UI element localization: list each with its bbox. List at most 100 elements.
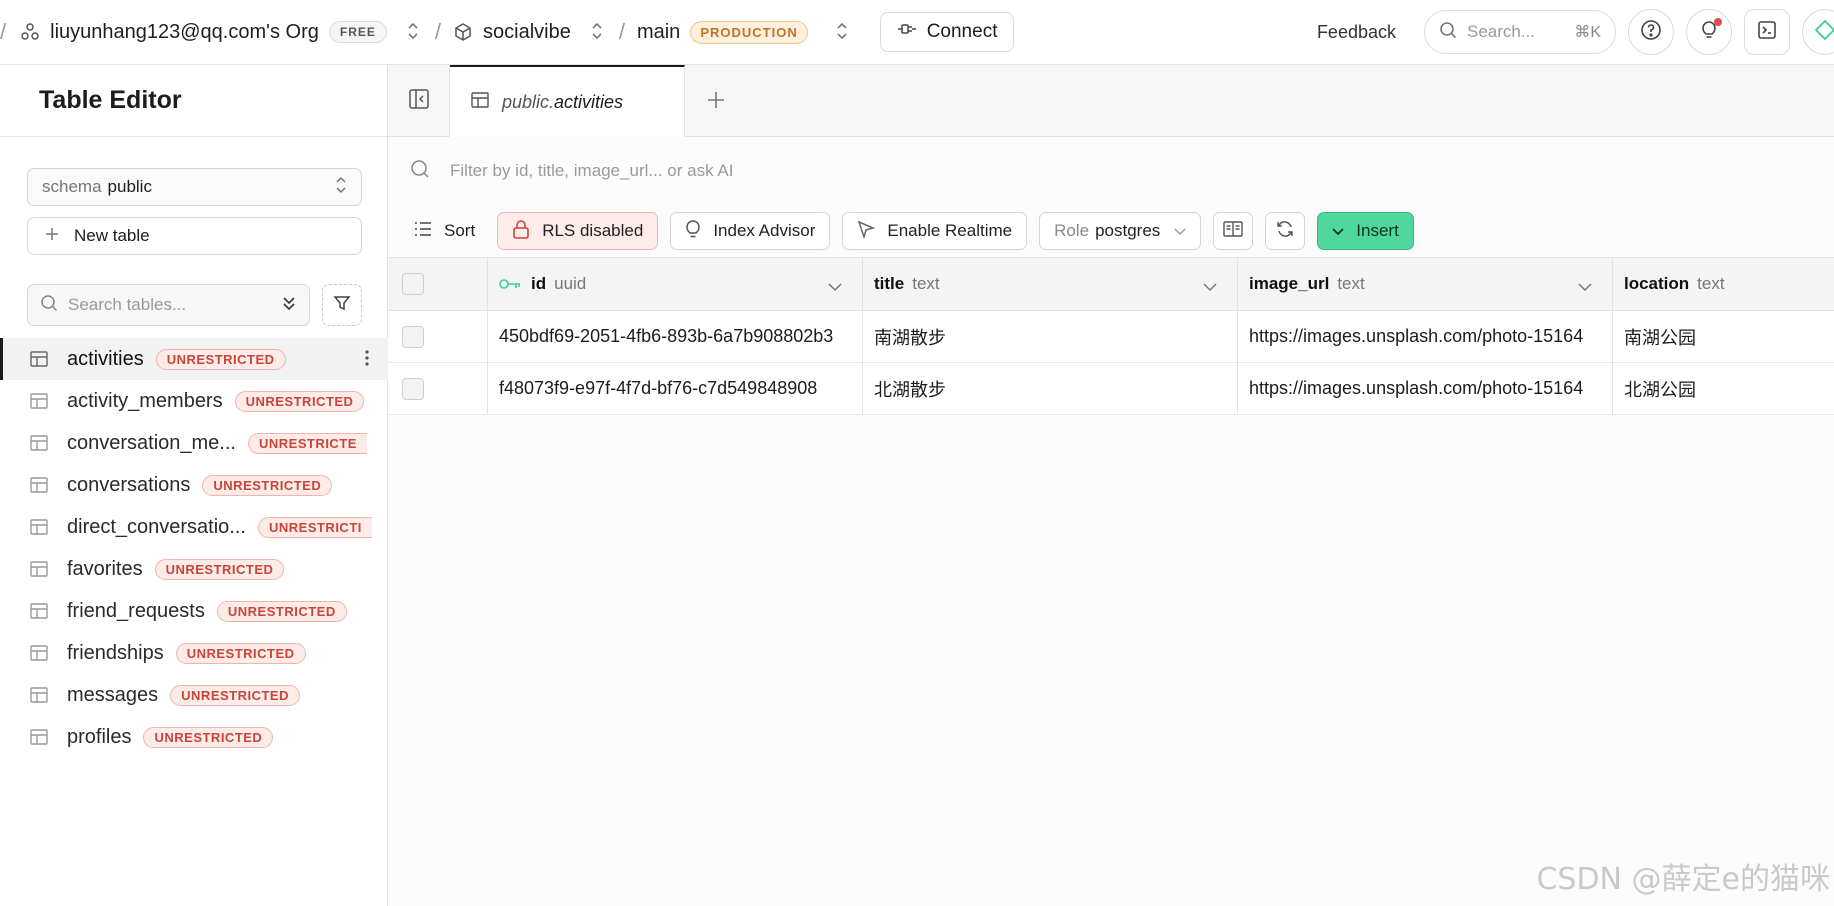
advisor-button[interactable] bbox=[1686, 9, 1732, 55]
notification-dot bbox=[1714, 18, 1722, 26]
filter-icon bbox=[333, 294, 351, 317]
branch-selector[interactable]: main PRODUCTION bbox=[636, 20, 852, 44]
column-header-title[interactable]: title text bbox=[863, 258, 1238, 310]
help-button[interactable] bbox=[1628, 9, 1674, 55]
cell-image-url[interactable]: https://images.unsplash.com/photo-15164 bbox=[1238, 311, 1613, 362]
search-tables-placeholder: Search tables... bbox=[68, 295, 187, 314]
table-item[interactable]: direct_conversatio... UNRESTRICTI bbox=[0, 506, 388, 548]
chevron-down-icon[interactable] bbox=[1203, 276, 1217, 297]
unrestricted-badge: UNRESTRICTED bbox=[216, 600, 347, 622]
primary-key-icon bbox=[499, 278, 521, 290]
cell-title[interactable]: 南湖散步 bbox=[863, 311, 1238, 362]
table-row[interactable]: 450bdf69-2051-4fb6-893b-6a7b908802b3 南湖散… bbox=[388, 311, 1834, 363]
chevron-down-icon bbox=[1332, 221, 1344, 241]
table-name: profiles bbox=[67, 725, 132, 748]
branch-name: main bbox=[636, 20, 681, 43]
cell-title[interactable]: 北湖散步 bbox=[863, 363, 1238, 414]
table-item[interactable]: activities UNRESTRICTED bbox=[0, 338, 388, 380]
table-item[interactable]: friend_requests UNRESTRICTED bbox=[0, 590, 388, 632]
table-item[interactable]: friendships UNRESTRICTED bbox=[0, 632, 388, 674]
table-item[interactable]: favorites UNRESTRICTED bbox=[0, 548, 388, 590]
table-icon bbox=[29, 391, 49, 411]
table-item[interactable]: conversation_me... UNRESTRICTE bbox=[0, 422, 388, 464]
org-selector[interactable]: liuyunhang123@qq.com's Org FREE bbox=[20, 21, 423, 44]
chevron-down-icon[interactable] bbox=[828, 276, 842, 297]
cell-id[interactable]: f48073f9-e97f-4f7d-bf76-c7d549848908 bbox=[488, 363, 863, 414]
rls-disabled-button[interactable]: RLS disabled bbox=[497, 212, 659, 250]
schema-label: schema bbox=[42, 177, 102, 196]
top-navigation-bar: / liuyunhang123@qq.com's Org FREE / soci… bbox=[0, 0, 1834, 65]
sort-button[interactable]: Sort bbox=[414, 212, 485, 250]
grid-header-row: id uuid title text image_url text locati… bbox=[388, 257, 1834, 311]
tab-label: public.activities bbox=[502, 92, 623, 113]
diamond-icon bbox=[1814, 19, 1834, 46]
select-all-checkbox[interactable] bbox=[402, 273, 424, 295]
unrestricted-badge: UNRESTRICTED bbox=[234, 390, 365, 412]
table-name: friend_requests bbox=[67, 599, 205, 622]
docs-button[interactable] bbox=[1213, 212, 1254, 250]
connect-button[interactable]: Connect bbox=[879, 12, 1015, 52]
environment-badge: PRODUCTION bbox=[690, 20, 808, 44]
org-switch-chevron-icon[interactable] bbox=[403, 22, 423, 43]
global-search-placeholder: Search... bbox=[1467, 22, 1536, 41]
index-advisor-button[interactable]: Index Advisor bbox=[670, 212, 831, 250]
project-switch-chevron-icon[interactable] bbox=[587, 22, 607, 43]
project-selector[interactable]: socialvibe bbox=[453, 21, 607, 44]
global-search[interactable]: Search... ⌘K bbox=[1424, 10, 1616, 54]
cell-location[interactable]: 北湖公园 bbox=[1613, 363, 1834, 414]
select-all-cell bbox=[388, 258, 488, 310]
collapse-sidebar-button[interactable] bbox=[388, 65, 450, 137]
breadcrumb-separator: / bbox=[618, 19, 625, 44]
rls-label: RLS disabled bbox=[542, 221, 644, 240]
refresh-button[interactable] bbox=[1265, 212, 1306, 250]
chevron-down-icon[interactable] bbox=[1578, 276, 1592, 297]
chevrons-down-icon[interactable] bbox=[281, 294, 297, 317]
row-select-cell bbox=[388, 363, 488, 414]
feedback-button[interactable]: Feedback bbox=[1317, 22, 1396, 43]
table-item[interactable]: conversations UNRESTRICTED bbox=[0, 464, 388, 506]
table-icon bbox=[29, 433, 49, 453]
cell-location[interactable]: 南湖公园 bbox=[1613, 311, 1834, 362]
org-name: liuyunhang123@qq.com's Org bbox=[50, 20, 319, 43]
table-toolbar: Sort RLS disabled Index Advisor Enable R… bbox=[388, 205, 1834, 257]
table-row[interactable]: f48073f9-e97f-4f7d-bf76-c7d549848908 北湖散… bbox=[388, 363, 1834, 415]
role-selector[interactable]: Role postgres bbox=[1039, 212, 1202, 250]
tab-activities[interactable]: public.activities bbox=[450, 65, 685, 137]
row-checkbox[interactable] bbox=[402, 325, 424, 348]
search-tables-input[interactable]: Search tables... bbox=[27, 284, 310, 326]
search-shortcut: ⌘K bbox=[1574, 24, 1601, 41]
cell-id[interactable]: 450bdf69-2051-4fb6-893b-6a7b908802b3 bbox=[488, 311, 863, 362]
table-item[interactable]: profiles UNRESTRICTED bbox=[0, 716, 388, 758]
row-checkbox[interactable] bbox=[402, 377, 424, 400]
table-item[interactable]: activity_members UNRESTRICTED bbox=[0, 380, 388, 422]
breadcrumb-separator: / bbox=[0, 19, 7, 44]
table-filter-button[interactable] bbox=[322, 284, 362, 326]
table-icon bbox=[29, 727, 49, 747]
assistant-button[interactable] bbox=[1802, 9, 1834, 55]
row-select-cell bbox=[388, 311, 488, 362]
insert-button[interactable]: Insert bbox=[1317, 212, 1414, 250]
cell-image-url[interactable]: https://images.unsplash.com/photo-15164 bbox=[1238, 363, 1613, 414]
plug-icon bbox=[897, 21, 917, 43]
new-table-label: New table bbox=[74, 226, 150, 245]
column-header-location[interactable]: location text bbox=[1613, 258, 1834, 310]
column-header-image-url[interactable]: image_url text bbox=[1238, 258, 1613, 310]
schema-selector[interactable]: schema public bbox=[27, 168, 362, 206]
table-name: direct_conversatio... bbox=[67, 515, 246, 538]
chevron-down-icon bbox=[1174, 221, 1186, 241]
new-table-button[interactable]: New table bbox=[27, 217, 362, 255]
table-icon bbox=[29, 475, 49, 495]
table-item[interactable]: messages UNRESTRICTED bbox=[0, 674, 388, 716]
insert-label: Insert bbox=[1356, 221, 1399, 240]
enable-realtime-button[interactable]: Enable Realtime bbox=[842, 212, 1028, 250]
table-icon bbox=[29, 517, 49, 537]
column-header-id[interactable]: id uuid bbox=[488, 258, 863, 310]
new-tab-button[interactable] bbox=[685, 65, 747, 136]
chevron-updown-icon bbox=[335, 176, 347, 199]
filter-bar[interactable]: Filter by id, title, image_url... or ask… bbox=[388, 137, 1834, 205]
sql-terminal-button[interactable] bbox=[1744, 9, 1790, 55]
plan-badge: FREE bbox=[328, 21, 387, 43]
more-options-icon[interactable] bbox=[364, 349, 370, 372]
branch-switch-chevron-icon[interactable] bbox=[832, 22, 852, 43]
project-name: socialvibe bbox=[483, 20, 571, 43]
